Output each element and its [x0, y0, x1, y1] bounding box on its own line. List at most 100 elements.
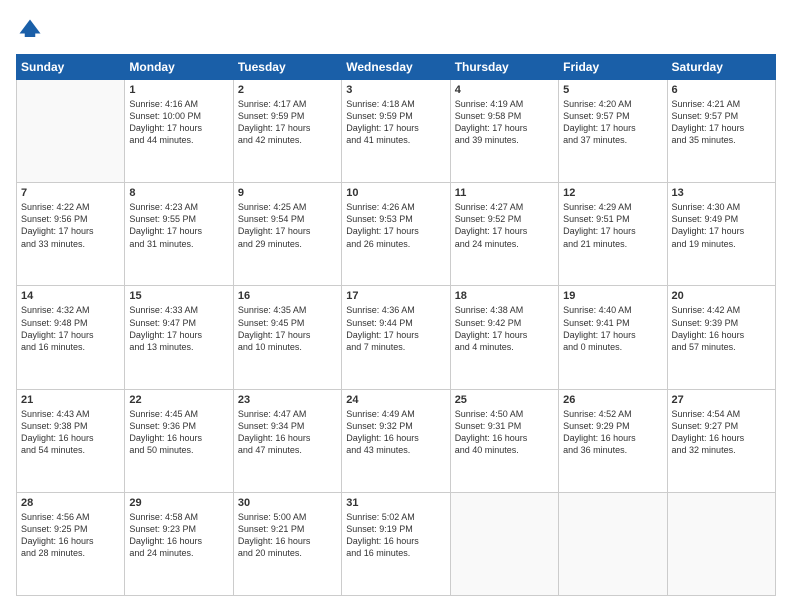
col-header-thursday: Thursday: [450, 55, 558, 80]
calendar-cell: 26 Sunrise: 4:52 AM Sunset: 9:29 PM Dayli…: [559, 389, 667, 492]
cell-info: Sunrise: 4:33 AM Sunset: 9:47 PM Dayligh…: [129, 304, 228, 353]
day-number: 29: [129, 497, 228, 509]
calendar-cell: 20 Sunrise: 4:42 AM Sunset: 9:39 PM Dayli…: [667, 286, 775, 389]
cell-info: Sunrise: 4:49 AM Sunset: 9:32 PM Dayligh…: [346, 408, 445, 457]
calendar-cell: 22 Sunrise: 4:45 AM Sunset: 9:36 PM Dayli…: [125, 389, 233, 492]
week-row-2: 14Sunrise: 4:32 AM Sunset: 9:48 PM Dayli…: [17, 286, 776, 389]
cell-info: Sunrise: 4:47 AM Sunset: 9:34 PM Dayligh…: [238, 408, 337, 457]
day-number: 13: [672, 187, 771, 199]
cell-info: Sunrise: 4:35 AM Sunset: 9:45 PM Dayligh…: [238, 304, 337, 353]
cell-info: Sunrise: 4:30 AM Sunset: 9:49 PM Dayligh…: [672, 201, 771, 250]
calendar-cell: 27 Sunrise: 4:54 AM Sunset: 9:27 PM Dayli…: [667, 389, 775, 492]
cell-info: Sunrise: 4:32 AM Sunset: 9:48 PM Dayligh…: [21, 304, 120, 353]
cell-info: Sunrise: 5:00 AM Sunset: 9:21 PM Dayligh…: [238, 511, 337, 560]
calendar-cell: [559, 492, 667, 595]
calendar-cell: 31Sunrise: 5:02 AM Sunset: 9:19 PM Dayli…: [342, 492, 450, 595]
cell-info: Sunrise: 4:26 AM Sunset: 9:53 PM Dayligh…: [346, 201, 445, 250]
day-number: 27: [672, 394, 771, 406]
col-header-tuesday: Tuesday: [233, 55, 341, 80]
cell-info: Sunrise: 4:40 AM Sunset: 9:41 PM Dayligh…: [563, 304, 662, 353]
cell-info: Sunrise: 4:45 AM Sunset: 9:36 PM Dayligh…: [129, 408, 228, 457]
calendar-cell: 5 Sunrise: 4:20 AM Sunset: 9:57 PM Daylig…: [559, 80, 667, 183]
cell-info: Sunrise: 4:58 AM Sunset: 9:23 PM Dayligh…: [129, 511, 228, 560]
cell-info: Sunrise: 4:36 AM Sunset: 9:44 PM Dayligh…: [346, 304, 445, 353]
logo-icon: [16, 16, 44, 44]
cell-info: Sunrise: 4:16 AM Sunset: 10:00 PM Daylig…: [129, 98, 228, 147]
calendar-table: SundayMondayTuesdayWednesdayThursdayFrid…: [16, 54, 776, 596]
day-number: 2: [238, 84, 337, 96]
col-header-monday: Monday: [125, 55, 233, 80]
day-number: 18: [455, 290, 554, 302]
cell-info: Sunrise: 4:52 AM Sunset: 9:29 PM Dayligh…: [563, 408, 662, 457]
cell-info: Sunrise: 4:50 AM Sunset: 9:31 PM Dayligh…: [455, 408, 554, 457]
cell-info: Sunrise: 5:02 AM Sunset: 9:19 PM Dayligh…: [346, 511, 445, 560]
day-number: 6: [672, 84, 771, 96]
day-number: 15: [129, 290, 228, 302]
page: SundayMondayTuesdayWednesdayThursdayFrid…: [0, 0, 792, 612]
cell-info: Sunrise: 4:27 AM Sunset: 9:52 PM Dayligh…: [455, 201, 554, 250]
calendar-cell: 9Sunrise: 4:25 AM Sunset: 9:54 PM Daylig…: [233, 183, 341, 286]
day-number: 30: [238, 497, 337, 509]
cell-info: Sunrise: 4:42 AM Sunset: 9:39 PM Dayligh…: [672, 304, 771, 353]
calendar-cell: 24Sunrise: 4:49 AM Sunset: 9:32 PM Dayli…: [342, 389, 450, 492]
calendar-cell: [17, 80, 125, 183]
cell-info: Sunrise: 4:23 AM Sunset: 9:55 PM Dayligh…: [129, 201, 228, 250]
cell-info: Sunrise: 4:38 AM Sunset: 9:42 PM Dayligh…: [455, 304, 554, 353]
cell-info: Sunrise: 4:22 AM Sunset: 9:56 PM Dayligh…: [21, 201, 120, 250]
week-row-4: 28 Sunrise: 4:56 AM Sunset: 9:25 PM Dayli…: [17, 492, 776, 595]
week-row-1: 7 Sunrise: 4:22 AM Sunset: 9:56 PM Daylig…: [17, 183, 776, 286]
calendar-cell: 11 Sunrise: 4:27 AM Sunset: 9:52 PM Dayli…: [450, 183, 558, 286]
col-header-saturday: Saturday: [667, 55, 775, 80]
calendar-cell: 2 Sunrise: 4:17 AM Sunset: 9:59 PM Daylig…: [233, 80, 341, 183]
calendar-cell: 6 Sunrise: 4:21 AM Sunset: 9:57 PM Daylig…: [667, 80, 775, 183]
calendar-cell: 19 Sunrise: 4:40 AM Sunset: 9:41 PM Dayli…: [559, 286, 667, 389]
day-number: 12: [563, 187, 662, 199]
day-number: 3: [346, 84, 445, 96]
calendar-cell: 29 Sunrise: 4:58 AM Sunset: 9:23 PM Dayli…: [125, 492, 233, 595]
day-number: 26: [563, 394, 662, 406]
col-header-sunday: Sunday: [17, 55, 125, 80]
col-header-friday: Friday: [559, 55, 667, 80]
day-number: 7: [21, 187, 120, 199]
logo: [16, 16, 48, 44]
day-number: 4: [455, 84, 554, 96]
cell-info: Sunrise: 4:56 AM Sunset: 9:25 PM Dayligh…: [21, 511, 120, 560]
day-number: 23: [238, 394, 337, 406]
day-number: 20: [672, 290, 771, 302]
day-number: 21: [21, 394, 120, 406]
calendar-cell: 3Sunrise: 4:18 AM Sunset: 9:59 PM Daylig…: [342, 80, 450, 183]
calendar-cell: 14Sunrise: 4:32 AM Sunset: 9:48 PM Dayli…: [17, 286, 125, 389]
week-row-3: 21Sunrise: 4:43 AM Sunset: 9:38 PM Dayli…: [17, 389, 776, 492]
cell-info: Sunrise: 4:19 AM Sunset: 9:58 PM Dayligh…: [455, 98, 554, 147]
cell-info: Sunrise: 4:17 AM Sunset: 9:59 PM Dayligh…: [238, 98, 337, 147]
day-number: 28: [21, 497, 120, 509]
day-number: 19: [563, 290, 662, 302]
calendar-cell: 23 Sunrise: 4:47 AM Sunset: 9:34 PM Dayli…: [233, 389, 341, 492]
cell-info: Sunrise: 4:25 AM Sunset: 9:54 PM Dayligh…: [238, 201, 337, 250]
calendar-cell: 8 Sunrise: 4:23 AM Sunset: 9:55 PM Daylig…: [125, 183, 233, 286]
calendar-cell: 15 Sunrise: 4:33 AM Sunset: 9:47 PM Dayli…: [125, 286, 233, 389]
day-number: 10: [346, 187, 445, 199]
col-header-wednesday: Wednesday: [342, 55, 450, 80]
week-row-0: 1 Sunrise: 4:16 AM Sunset: 10:00 PM Dayli…: [17, 80, 776, 183]
calendar-cell: 12 Sunrise: 4:29 AM Sunset: 9:51 PM Dayli…: [559, 183, 667, 286]
calendar-cell: 25 Sunrise: 4:50 AM Sunset: 9:31 PM Dayli…: [450, 389, 558, 492]
calendar-cell: 18 Sunrise: 4:38 AM Sunset: 9:42 PM Dayli…: [450, 286, 558, 389]
cell-info: Sunrise: 4:54 AM Sunset: 9:27 PM Dayligh…: [672, 408, 771, 457]
calendar-header-row: SundayMondayTuesdayWednesdayThursdayFrid…: [17, 55, 776, 80]
day-number: 11: [455, 187, 554, 199]
cell-info: Sunrise: 4:21 AM Sunset: 9:57 PM Dayligh…: [672, 98, 771, 147]
day-number: 22: [129, 394, 228, 406]
calendar-cell: [450, 492, 558, 595]
calendar-cell: 10 Sunrise: 4:26 AM Sunset: 9:53 PM Dayli…: [342, 183, 450, 286]
day-number: 25: [455, 394, 554, 406]
day-number: 8: [129, 187, 228, 199]
day-number: 5: [563, 84, 662, 96]
cell-info: Sunrise: 4:20 AM Sunset: 9:57 PM Dayligh…: [563, 98, 662, 147]
day-number: 1: [129, 84, 228, 96]
cell-info: Sunrise: 4:29 AM Sunset: 9:51 PM Dayligh…: [563, 201, 662, 250]
calendar-cell: 28 Sunrise: 4:56 AM Sunset: 9:25 PM Dayli…: [17, 492, 125, 595]
calendar-cell: 1 Sunrise: 4:16 AM Sunset: 10:00 PM Dayli…: [125, 80, 233, 183]
calendar-cell: 30 Sunrise: 5:00 AM Sunset: 9:21 PM Dayli…: [233, 492, 341, 595]
calendar-cell: 16Sunrise: 4:35 AM Sunset: 9:45 PM Dayli…: [233, 286, 341, 389]
